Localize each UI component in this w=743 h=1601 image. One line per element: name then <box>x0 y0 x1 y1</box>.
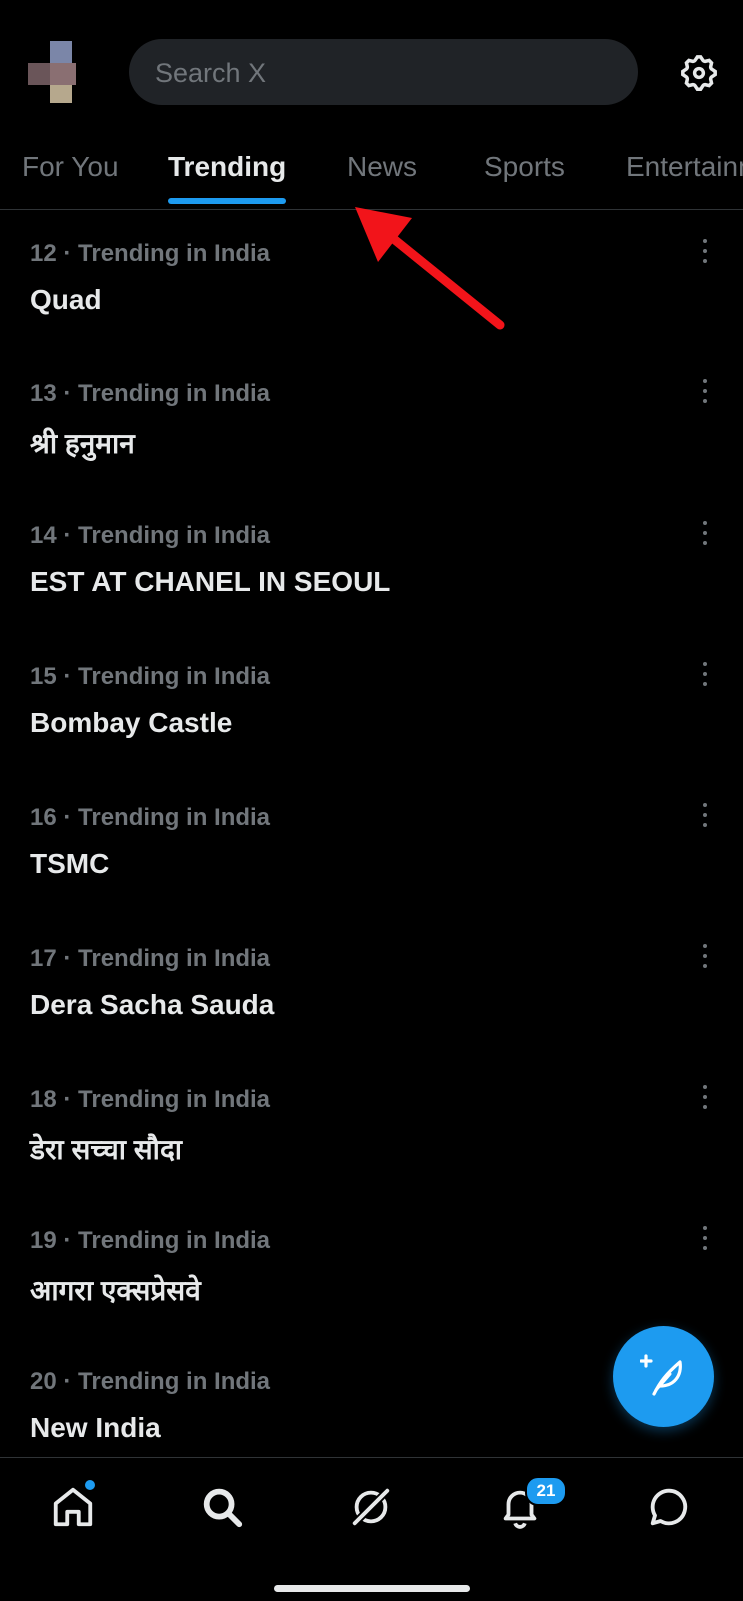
notifications-badge: 21 <box>525 1476 567 1506</box>
more-options-icon[interactable] <box>693 800 717 830</box>
tab-label: News <box>347 151 418 182</box>
tab-trending[interactable]: Trending <box>168 135 287 209</box>
tab-label: Entertainment <box>626 151 743 182</box>
trend-meta: 16 · Trending in India <box>30 804 271 831</box>
trend-item[interactable]: 18 · Trending in India डेरा सच्चा सौदा <box>0 1056 743 1196</box>
trend-meta: 20 · Trending in India <box>30 1368 271 1395</box>
more-options-icon[interactable] <box>693 659 717 689</box>
settings-gear-icon[interactable] <box>678 52 720 94</box>
trend-title: TSMC <box>30 848 110 879</box>
trend-item[interactable]: 19 · Trending in India आगरा एक्सप्रेसवे <box>0 1197 743 1337</box>
bottom-nav: 21 <box>0 1457 743 1601</box>
trend-meta: 15 · Trending in India <box>30 663 271 690</box>
tab-for-you[interactable]: For You <box>22 135 119 209</box>
more-options-icon[interactable] <box>693 1082 717 1112</box>
more-options-icon[interactable] <box>693 518 717 548</box>
feather-plus-icon <box>640 1354 682 1396</box>
trend-item[interactable]: 17 · Trending in India Dera Sacha Sauda <box>0 915 743 1055</box>
search-box[interactable] <box>129 39 638 107</box>
trend-title: Bombay Castle <box>30 707 233 738</box>
more-options-icon[interactable] <box>693 236 717 266</box>
explore-tabs: For You Trending News Sports Entertainme… <box>0 135 743 210</box>
trend-item[interactable]: 12 · Trending in India Quad <box>0 210 743 350</box>
trend-item[interactable]: 13 · Trending in India श्री हनुमान <box>0 350 743 490</box>
trend-title: श्री हनुमान <box>30 428 135 459</box>
trend-meta: 17 · Trending in India <box>30 945 271 972</box>
trend-item[interactable]: 16 · Trending in India TSMC <box>0 774 743 914</box>
bell-icon[interactable]: 21 <box>497 1476 567 1530</box>
more-options-icon[interactable] <box>693 376 717 406</box>
compose-post-button[interactable] <box>613 1326 714 1427</box>
more-options-icon[interactable] <box>693 941 717 971</box>
trend-meta: 13 · Trending in India <box>30 380 271 407</box>
home-indicator <box>274 1585 470 1592</box>
trend-title: आगरा एक्सप्रेसवे <box>30 1275 201 1306</box>
trend-title: Quad <box>30 284 102 315</box>
tab-entertainment[interactable]: Entertainment <box>626 135 743 209</box>
tab-sports[interactable]: Sports <box>484 135 565 209</box>
tab-label: Sports <box>484 151 565 182</box>
tab-news[interactable]: News <box>347 135 417 209</box>
search-icon[interactable] <box>199 1484 245 1530</box>
trend-meta: 14 · Trending in India <box>30 522 271 549</box>
trend-title: EST AT CHANEL IN SEOUL <box>30 566 391 597</box>
trend-item[interactable]: 14 · Trending in India EST AT CHANEL IN … <box>0 492 743 632</box>
trend-title: Dera Sacha Sauda <box>30 989 275 1020</box>
tab-label: Trending <box>168 151 287 182</box>
grok-icon[interactable] <box>348 1484 394 1530</box>
tab-label: For You <box>22 151 119 182</box>
avatar[interactable] <box>28 41 80 103</box>
trend-title: New India <box>30 1412 161 1443</box>
more-options-icon[interactable] <box>693 1223 717 1253</box>
home-unread-dot <box>85 1480 95 1490</box>
home-icon[interactable] <box>50 1480 96 1530</box>
top-bar <box>0 0 743 135</box>
messages-icon[interactable] <box>646 1484 692 1530</box>
active-tab-indicator <box>168 198 287 204</box>
trend-meta: 12 · Trending in India <box>30 240 271 267</box>
trend-item[interactable]: 15 · Trending in India Bombay Castle <box>0 633 743 773</box>
search-input[interactable] <box>153 39 617 107</box>
trend-title: डेरा सच्चा सौदा <box>30 1134 183 1165</box>
trend-meta: 19 · Trending in India <box>30 1227 271 1254</box>
trend-meta: 18 · Trending in India <box>30 1086 271 1113</box>
